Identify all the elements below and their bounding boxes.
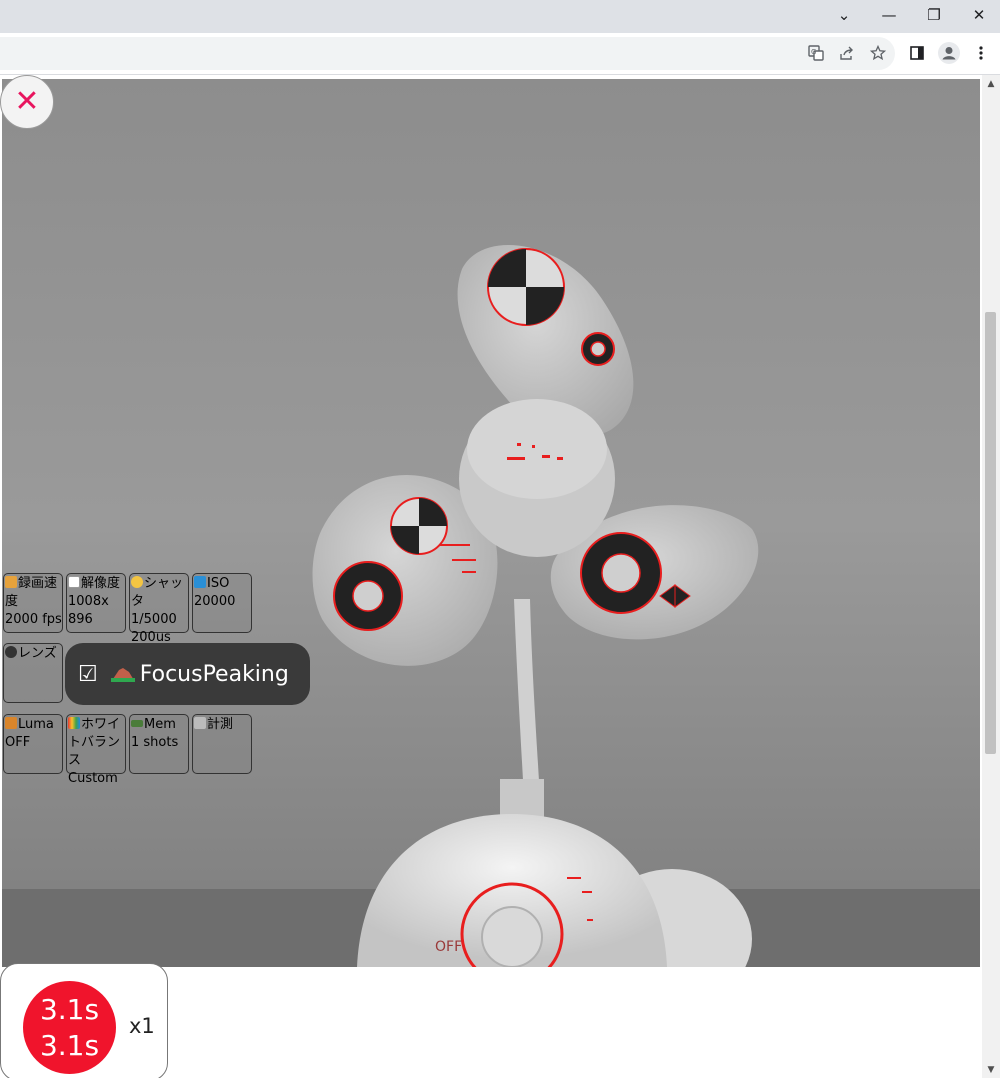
target-checker-left [390, 497, 448, 555]
frame-rate-control[interactable]: 録画速度 2000 fps [3, 573, 63, 633]
record-time-1: 3.1s [39, 992, 100, 1026]
stem-collar [500, 779, 544, 819]
minimize-button[interactable]: — [866, 0, 912, 30]
white-balance-value: Custom [68, 771, 118, 786]
record-button[interactable]: 3.1s 3.1s [23, 981, 116, 1074]
record-time-2: 3.1s [39, 1028, 100, 1062]
resolution-value: 1008x 896 [68, 594, 109, 627]
shutter-value: 1/5000 200us [131, 612, 177, 645]
page-scrollbar[interactable]: ▲ ▼ [982, 75, 1000, 1078]
lens-icon [5, 646, 17, 658]
translate-icon[interactable]: G [800, 37, 832, 69]
memory-value: 1 shots [131, 735, 179, 750]
restore-button[interactable]: ❐ [911, 0, 957, 30]
resolution-control[interactable]: 解像度 1008x 896 [66, 573, 126, 633]
target-ring-left [333, 561, 403, 631]
memory-icon [131, 720, 143, 727]
target-ring-right [580, 532, 662, 614]
memory-label: Mem [144, 717, 176, 732]
resolution-label: 解像度 [81, 576, 121, 591]
rainbow-icon [68, 717, 80, 729]
iso-label: ISO [207, 576, 230, 591]
minimize-icon: — [881, 6, 897, 24]
sun-icon [131, 576, 143, 588]
frame-rate-value: 2000 fps [5, 612, 62, 627]
memory-control[interactable]: Mem 1 shots [129, 714, 189, 774]
base-off-label: OFF [435, 939, 462, 955]
ruler-icon [194, 717, 206, 729]
restore-icon: ❐ [927, 6, 941, 24]
resolution-icon [68, 576, 80, 588]
measure-label: 計測 [207, 717, 234, 732]
close-icon: ✕ [14, 84, 40, 119]
shutter-control[interactable]: シャッタ 1/5000 200us [129, 573, 189, 645]
bookmark-star-icon[interactable] [862, 37, 894, 69]
mountain-peak-icon [110, 668, 135, 682]
svg-text:G: G [811, 48, 816, 56]
iso-value: 20000 [194, 594, 236, 609]
luma-value: OFF [5, 735, 31, 750]
luma-icon [5, 717, 17, 729]
focus-peaking-checkbox[interactable]: ☑ [78, 662, 98, 687]
record-speed-icon [5, 576, 17, 588]
record-panel: 3.1s 3.1s x1 [0, 963, 168, 1078]
target-ring-top [581, 332, 615, 366]
focus-peaking-toggle[interactable]: ☑ FocusPeaking [65, 643, 310, 705]
address-bar[interactable] [0, 37, 895, 70]
profile-icon[interactable] [933, 37, 965, 69]
browser-title-bar: ⌄ — ❐ ✕ [0, 0, 1000, 33]
luma-label: Luma [18, 717, 54, 732]
lens-label: レンズ [18, 646, 57, 661]
scroll-up-arrow[interactable]: ▲ [982, 75, 1000, 92]
tab-search-button[interactable]: ⌄ [821, 0, 867, 30]
scroll-down-arrow[interactable]: ▼ [982, 1061, 1000, 1078]
scroll-thumb[interactable] [985, 312, 996, 754]
side-panel-icon[interactable] [901, 37, 933, 69]
camera-feed[interactable]: OFF [2, 79, 980, 967]
target-checker-top [487, 248, 565, 326]
white-balance-control[interactable]: ホワイトバランス Custom [66, 714, 126, 786]
playback-multiplier[interactable]: x1 [129, 1014, 155, 1038]
base-dial [481, 906, 543, 967]
close-camera-button[interactable]: ✕ [0, 75, 54, 129]
luma-control[interactable]: Luma OFF [3, 714, 63, 774]
chevron-down-icon: ⌄ [837, 6, 851, 24]
measure-control[interactable]: 計測 [192, 714, 252, 774]
window-close-button[interactable]: ✕ [956, 0, 1000, 30]
browser-toolbar: G [0, 33, 1000, 75]
menu-dots-icon[interactable] [965, 37, 997, 69]
share-icon[interactable] [831, 37, 863, 69]
iso-icon [194, 576, 206, 588]
iso-control[interactable]: ISO 20000 [192, 573, 252, 633]
close-icon: ✕ [972, 6, 986, 24]
page-viewport: OFF ✕ 録画速度 2000 fps 解像度 1008x 896 シャッタ 1… [0, 75, 982, 1078]
focus-peaking-label: FocusPeaking [139, 661, 289, 687]
lens-control[interactable]: レンズ [3, 643, 63, 703]
